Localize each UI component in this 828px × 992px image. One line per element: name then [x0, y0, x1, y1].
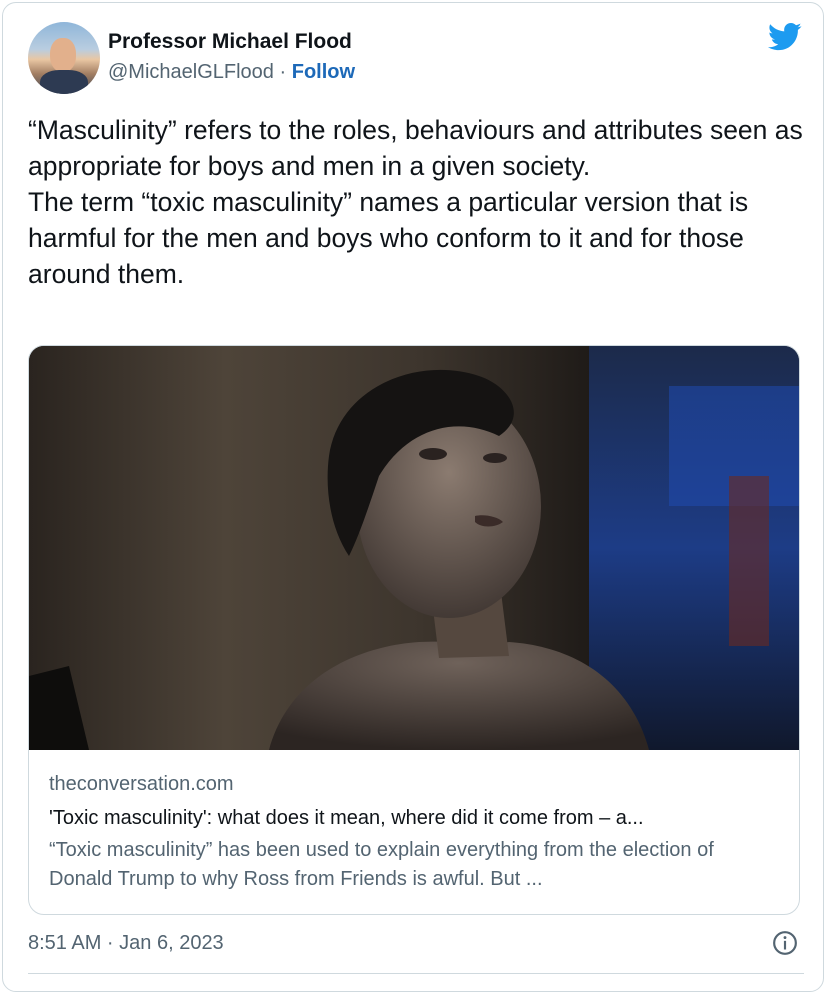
tweet-paragraph-1: “Masculinity” refers to the roles, behav… — [28, 115, 803, 181]
timestamp[interactable]: 8:51 AM · Jan 6, 2023 — [28, 932, 224, 955]
follow-button[interactable]: Follow — [292, 61, 355, 83]
tweet-footer: 8:51 AM · Jan 6, 2023 — [28, 930, 804, 960]
author-name[interactable]: Professor Michael Flood — [108, 30, 352, 54]
tweet-header: Professor Michael Flood @MichaelGLFlood … — [28, 22, 802, 94]
avatar-shirt — [40, 70, 88, 94]
tweet-paragraph-2: The term “toxic masculinity” names a par… — [28, 187, 749, 289]
link-description: “Toxic masculinity” has been used to exp… — [49, 839, 714, 890]
author-handle[interactable]: @MichaelGLFlood — [108, 61, 274, 83]
link-preview-image[interactable] — [29, 346, 800, 750]
link-title[interactable]: 'Toxic masculinity': what does it mean, … — [49, 802, 779, 834]
divider — [28, 973, 804, 974]
link-domain: theconversation.com — [49, 773, 234, 795]
avatar[interactable] — [28, 22, 100, 94]
separator-dot: · — [279, 61, 287, 83]
tweet-text: “Masculinity” refers to the roles, behav… — [28, 112, 804, 292]
author-handle-line: @MichaelGLFlood · Follow — [108, 61, 355, 84]
info-icon[interactable] — [772, 930, 798, 956]
avatar-face — [50, 38, 76, 72]
link-preview-card[interactable]: theconversation.com 'Toxic masculinity':… — [28, 345, 800, 915]
link-preview-info: theconversation.com 'Toxic masculinity':… — [49, 770, 779, 894]
twitter-bird-icon[interactable] — [768, 22, 802, 52]
